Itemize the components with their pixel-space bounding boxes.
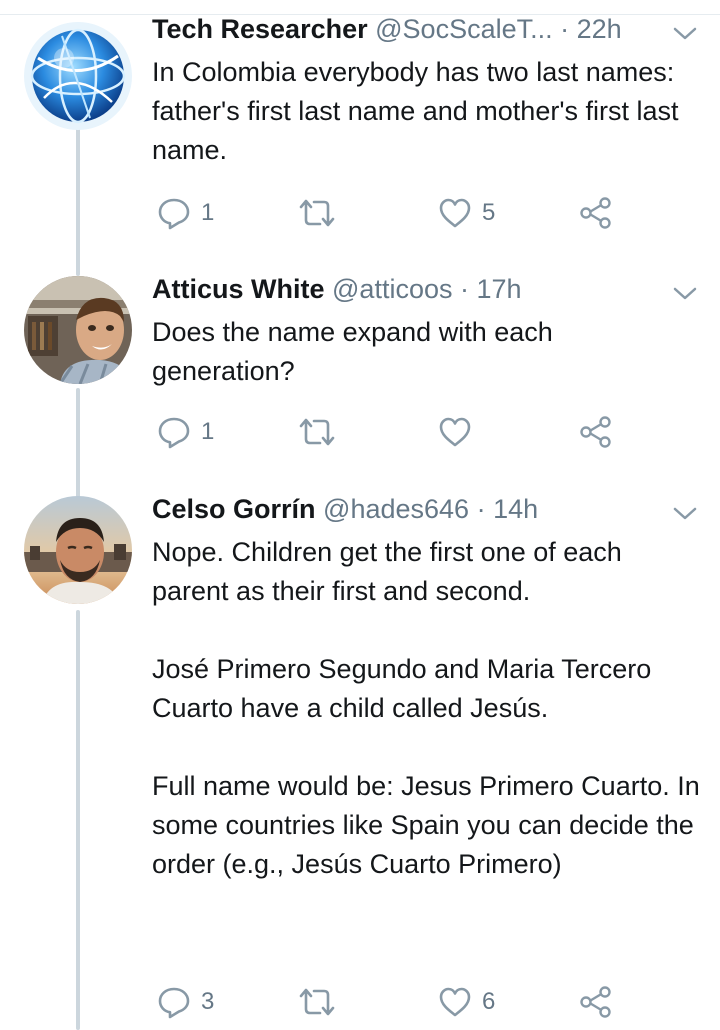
like-button[interactable]: 5 xyxy=(438,193,495,233)
user-photo xyxy=(24,496,132,604)
tweet[interactable]: Celso Gorrín @hades646 · 14h Nope. Child… xyxy=(0,482,720,1030)
globe-icon xyxy=(24,22,132,130)
retweet-icon xyxy=(299,988,335,1016)
share-icon xyxy=(580,986,611,1018)
display-name[interactable]: Tech Researcher xyxy=(152,14,368,44)
timestamp[interactable]: · 22h xyxy=(560,14,622,44)
heart-icon xyxy=(439,987,471,1017)
heart-icon xyxy=(439,198,471,228)
timestamp[interactable]: · 17h xyxy=(460,274,522,304)
like-count: 5 xyxy=(482,199,496,226)
share-button[interactable] xyxy=(579,193,613,233)
reply-button[interactable]: 1 xyxy=(157,193,214,233)
chevron-down-icon[interactable] xyxy=(672,286,698,302)
avatar[interactable] xyxy=(24,276,132,384)
avatar[interactable] xyxy=(24,496,132,604)
avatar[interactable] xyxy=(24,22,132,130)
share-icon xyxy=(580,197,611,229)
user-handle[interactable]: @hades646 xyxy=(323,494,469,524)
tweet[interactable]: Atticus White @atticoos · 17h Does the n… xyxy=(0,262,720,482)
retweet-button[interactable] xyxy=(298,193,336,233)
reply-count: 1 xyxy=(201,199,215,226)
display-name[interactable]: Atticus White xyxy=(152,274,325,304)
like-button[interactable] xyxy=(438,412,472,452)
reply-icon xyxy=(158,417,190,449)
tweet-header: Celso Gorrín @hades646 · 14h xyxy=(152,492,665,526)
chevron-down-icon[interactable] xyxy=(672,506,698,522)
retweet-button[interactable] xyxy=(298,982,336,1022)
tweet-text: In Colombia everybody has two last names… xyxy=(152,57,679,165)
tweet[interactable]: Tech Researcher @SocScaleT... · 22h In C… xyxy=(0,0,720,262)
display-name[interactable]: Celso Gorrín xyxy=(152,494,316,524)
timestamp[interactable]: · 14h xyxy=(477,494,539,524)
tweet-header: Tech Researcher @SocScaleT... · 22h xyxy=(152,12,665,46)
retweet-button[interactable] xyxy=(298,412,336,452)
heart-icon xyxy=(439,417,471,447)
retweet-icon xyxy=(299,418,335,446)
reply-count: 1 xyxy=(201,418,215,445)
reply-count: 3 xyxy=(201,988,215,1015)
tweet-text: Nope. Children get the first one of each… xyxy=(152,537,700,879)
reply-icon xyxy=(158,198,190,230)
user-photo xyxy=(24,276,132,384)
share-button[interactable] xyxy=(579,982,613,1022)
reply-button[interactable]: 3 xyxy=(157,982,214,1022)
tweet-text: Does the name expand with each generatio… xyxy=(152,317,553,386)
retweet-icon xyxy=(299,199,335,227)
reply-icon xyxy=(158,987,190,1019)
chevron-down-icon[interactable] xyxy=(672,26,698,42)
user-handle[interactable]: @atticoos xyxy=(332,274,452,304)
share-icon xyxy=(580,416,611,448)
like-button[interactable]: 6 xyxy=(438,982,495,1022)
user-handle[interactable]: @SocScaleT... xyxy=(375,14,552,44)
reply-button[interactable]: 1 xyxy=(157,412,214,452)
share-button[interactable] xyxy=(579,412,613,452)
like-count: 6 xyxy=(482,988,496,1015)
tweet-header: Atticus White @atticoos · 17h xyxy=(152,272,665,306)
